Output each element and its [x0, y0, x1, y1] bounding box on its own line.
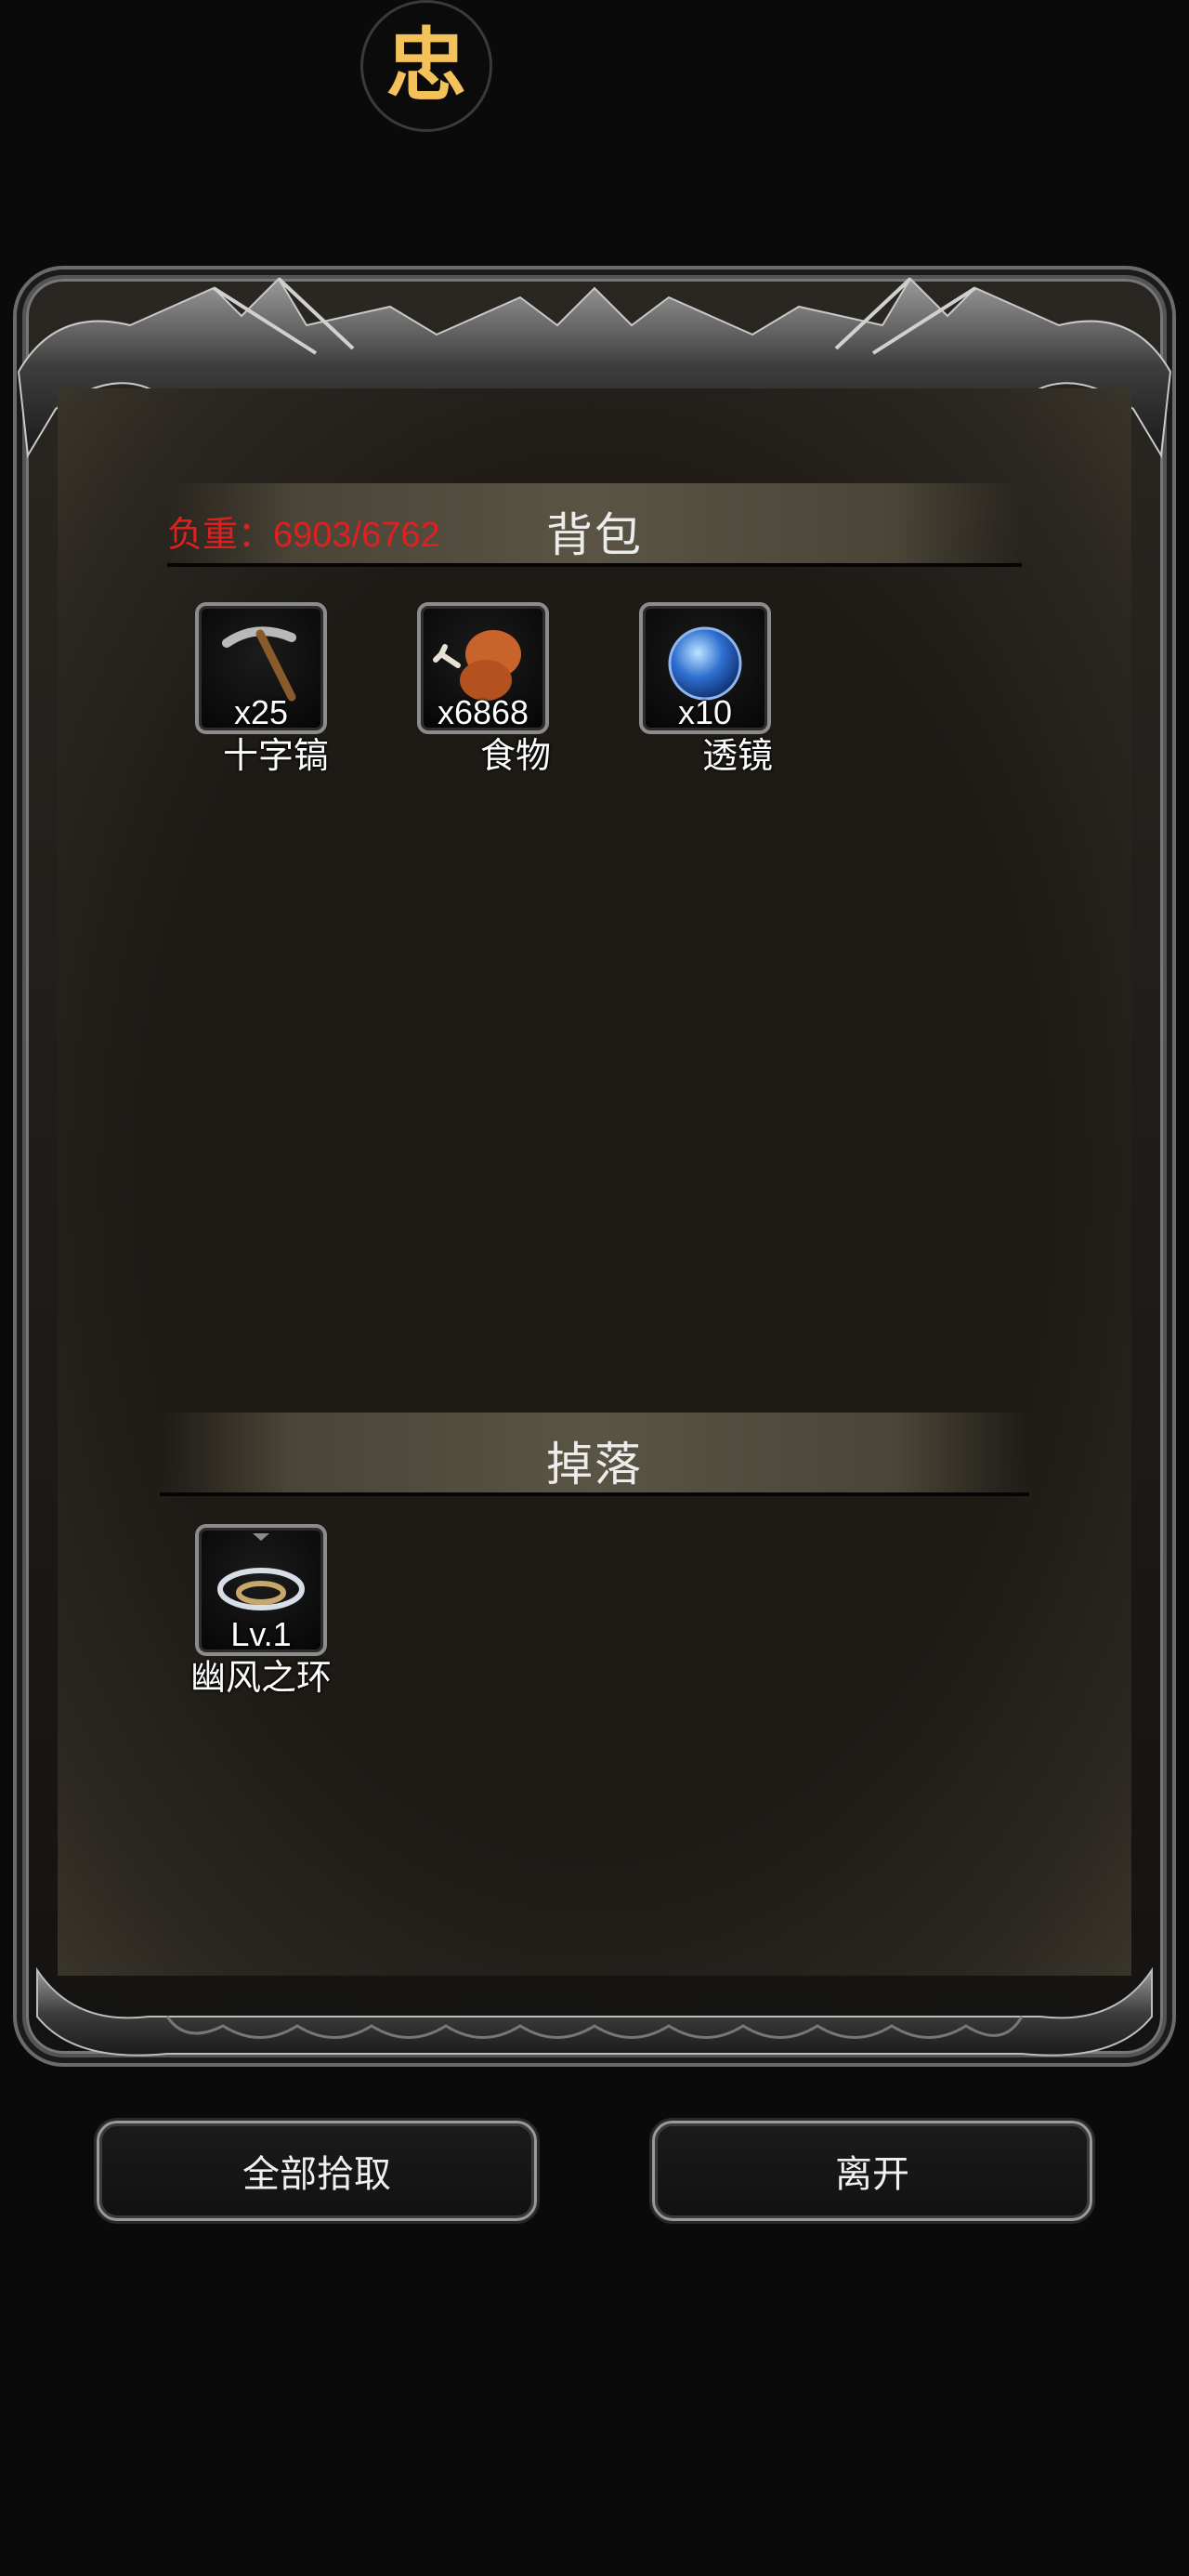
bag-item-lens[interactable]: x10 透镜 — [637, 602, 773, 778]
item-name: 十字镐 — [222, 735, 329, 776]
drop-item-ring[interactable]: Lv.1 幽风之环 — [189, 1524, 333, 1700]
bag-item-food[interactable]: x6868 食物 — [415, 602, 551, 778]
load-weight-text: 负重：6903/6762 — [167, 516, 440, 555]
item-name: 幽风之环 — [189, 1657, 333, 1698]
app-logo-icon[interactable]: 忠 — [360, 0, 492, 132]
item-name: 食物 — [479, 735, 551, 776]
bag-item-pickaxe[interactable]: x25 十字镐 — [193, 602, 329, 778]
pick-all-button[interactable]: 全部拾取 — [97, 2121, 537, 2221]
leave-button[interactable]: 离开 — [652, 2121, 1092, 2221]
item-slot[interactable]: x6868 — [417, 602, 549, 734]
item-name: 透镜 — [701, 735, 773, 776]
item-slot[interactable]: x25 — [195, 602, 327, 734]
item-slot[interactable]: Lv.1 — [195, 1524, 327, 1656]
drops-title: 掉落 — [546, 1438, 643, 1492]
drops-header: 掉落 — [160, 1413, 1029, 1496]
item-slot[interactable]: x10 — [639, 602, 771, 734]
frame-ornament-bottom — [36, 1966, 1153, 2057]
